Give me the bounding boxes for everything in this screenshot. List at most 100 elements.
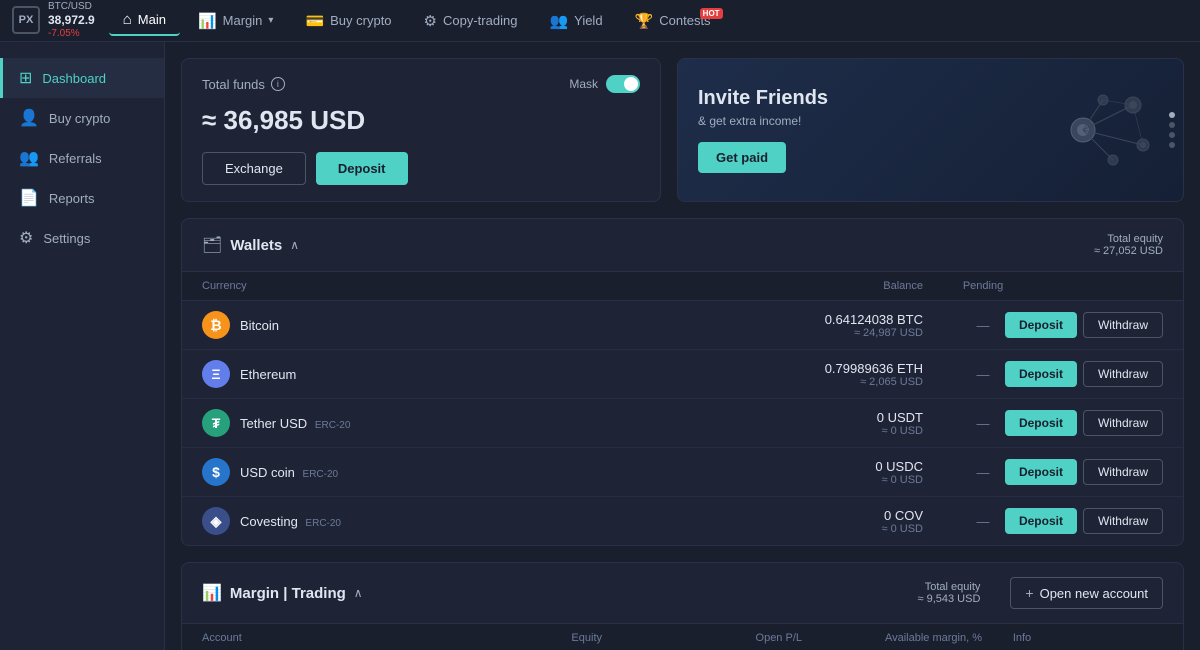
wallets-title: Wallets: [230, 237, 282, 254]
wallets-table-header: Currency Balance Pending: [182, 272, 1183, 301]
col-currency: Currency: [202, 280, 402, 292]
cov-balance-usd: ≈ 0 USD: [773, 523, 923, 535]
col-empty: [402, 280, 773, 292]
open-new-account-button[interactable]: + Open new account: [1010, 577, 1163, 609]
top-row: Total funds i Mask ≈ 36,985 USD Exchange…: [181, 58, 1184, 202]
btc-coin-icon: ₿: [202, 311, 230, 339]
chevron-down-icon: ▾: [268, 15, 273, 26]
card-icon: 💳: [305, 12, 324, 30]
sidebar-label-settings: Settings: [43, 231, 90, 246]
eth-deposit-button[interactable]: Deposit: [1005, 361, 1077, 387]
btc-ticker: BTC/USD 38,972.9 -7.05%: [48, 1, 95, 39]
sidebar-item-referrals[interactable]: 👥 Referrals: [0, 138, 164, 178]
cov-balance-main: 0 COV: [773, 508, 923, 523]
nav-label-copy-trading: Copy-trading: [443, 13, 517, 28]
sidebar-label-buy-crypto: Buy crypto: [49, 111, 110, 126]
chart-icon: 📊: [198, 12, 217, 30]
sidebar-item-settings[interactable]: ⚙ Settings: [0, 218, 164, 258]
btc-actions: Deposit Withdraw: [1043, 312, 1163, 338]
funds-title-text: Total funds: [202, 77, 265, 92]
margin-equity: Total equity ≈ 9,543 USD: [918, 581, 981, 605]
margin-title-group: 📊 Margin | Trading ∧: [202, 583, 363, 603]
margin-col-margin: Available margin, %: [802, 632, 982, 644]
margin-equity-label: Total equity: [918, 581, 981, 593]
btc-withdraw-button[interactable]: Withdraw: [1083, 312, 1163, 338]
table-row: ₿ Bitcoin 0.64124038 BTC ≈ 24,987 USD — …: [182, 301, 1183, 350]
carousel-dot-3[interactable]: [1169, 132, 1175, 138]
usdc-actions: Deposit Withdraw: [1043, 459, 1163, 485]
deposit-main-button[interactable]: Deposit: [316, 152, 408, 185]
usdt-balance-usd: ≈ 0 USD: [773, 425, 923, 437]
nav-item-copy-trading[interactable]: ⚙ Copy-trading: [410, 6, 532, 36]
mask-toggle[interactable]: [606, 75, 640, 93]
usdt-balance: 0 USDT ≈ 0 USD: [773, 410, 923, 437]
btc-change: -7.05%: [48, 28, 95, 40]
margin-col-trade: [1142, 632, 1184, 644]
usdt-coin-icon: ₮: [202, 409, 230, 437]
usdt-name: Tether USD ERC-20: [240, 416, 350, 431]
sidebar-item-reports[interactable]: 📄 Reports: [0, 178, 164, 218]
wallets-equity: Total equity ≈ 27,052 USD: [1094, 233, 1163, 257]
wallets-header: 🗂 Wallets ∧ Total equity ≈ 27,052 USD: [182, 219, 1183, 272]
usdc-deposit-button[interactable]: Deposit: [1005, 459, 1077, 485]
invite-card: Invite Friends & get extra income! Get p…: [677, 58, 1184, 202]
col-actions: [1043, 280, 1163, 292]
eth-withdraw-button[interactable]: Withdraw: [1083, 361, 1163, 387]
sidebar-item-dashboard[interactable]: ⊞ Dashboard: [0, 58, 164, 98]
nav-item-yield[interactable]: 👥 Yield: [535, 6, 616, 36]
nav-item-contests[interactable]: 🏆 Contests HOT: [621, 6, 725, 36]
nav-item-margin[interactable]: 📊 Margin ▾: [184, 6, 287, 36]
eth-balance-main: 0.79989636 ETH: [773, 361, 923, 376]
sidebar-item-buy-crypto[interactable]: 👤 Buy crypto: [0, 98, 164, 138]
usdc-balance: 0 USDC ≈ 0 USD: [773, 459, 923, 486]
wallets-equity-value: ≈ 27,052 USD: [1094, 245, 1163, 257]
btc-balance-main: 0.64124038 BTC: [773, 312, 923, 327]
wallets-title-group: 🗂 Wallets ∧: [202, 235, 299, 255]
eth-balance-usd: ≈ 2,065 USD: [773, 376, 923, 388]
toggle-knob: [624, 77, 638, 91]
usdt-balance-main: 0 USDT: [773, 410, 923, 425]
margin-chevron[interactable]: ∧: [354, 586, 363, 600]
carousel-dot-2[interactable]: [1169, 122, 1175, 128]
currency-cell-eth: Ξ Ethereum: [202, 360, 402, 388]
btc-deposit-button[interactable]: Deposit: [1005, 312, 1077, 338]
table-row: Ξ Ethereum 0.79989636 ETH ≈ 2,065 USD — …: [182, 350, 1183, 399]
dashboard-icon: ⊞: [19, 68, 32, 88]
info-icon[interactable]: i: [271, 77, 285, 91]
copy-icon: ⚙: [424, 12, 437, 30]
eth-coin-icon: Ξ: [202, 360, 230, 388]
currency-cell-usdc: $ USD coin ERC-20: [202, 458, 402, 486]
top-nav: PX BTC/USD 38,972.9 -7.05% ⌂ Main 📊 Marg…: [0, 0, 1200, 42]
cov-withdraw-button[interactable]: Withdraw: [1083, 508, 1163, 534]
main-layout: ⊞ Dashboard 👤 Buy crypto 👥 Referrals 📄 R…: [0, 42, 1200, 650]
sidebar-label-dashboard: Dashboard: [42, 71, 106, 86]
nav-item-buy-crypto[interactable]: 💳 Buy crypto: [291, 6, 405, 36]
cov-deposit-button[interactable]: Deposit: [1005, 508, 1077, 534]
usdc-withdraw-button[interactable]: Withdraw: [1083, 459, 1163, 485]
usdt-deposit-button[interactable]: Deposit: [1005, 410, 1077, 436]
carousel-dot-1[interactable]: [1169, 112, 1175, 118]
get-paid-button[interactable]: Get paid: [698, 142, 786, 173]
margin-equity-value: ≈ 9,543 USD: [918, 593, 981, 605]
sidebar-label-reports: Reports: [49, 191, 95, 206]
wallets-icon: 🗂: [202, 235, 222, 255]
nav-label-yield: Yield: [574, 13, 602, 28]
btc-balance-usd: ≈ 24,987 USD: [773, 327, 923, 339]
mask-label: Mask: [569, 77, 598, 91]
usdc-name: USD coin ERC-20: [240, 465, 338, 480]
margin-icon: 📊: [202, 583, 222, 603]
margin-col-account: Account: [202, 632, 422, 644]
margin-section: 📊 Margin | Trading ∧ Total equity ≈ 9,54…: [181, 562, 1184, 650]
total-funds-card: Total funds i Mask ≈ 36,985 USD Exchange…: [181, 58, 661, 202]
margin-col-info: Info: [982, 632, 1062, 644]
nav-label-margin: Margin: [223, 13, 263, 28]
exchange-button[interactable]: Exchange: [202, 152, 306, 185]
wallets-chevron[interactable]: ∧: [290, 238, 299, 252]
currency-cell-usdt: ₮ Tether USD ERC-20: [202, 409, 402, 437]
carousel-dot-4[interactable]: [1169, 142, 1175, 148]
yield-icon: 👥: [549, 12, 568, 30]
nav-item-main[interactable]: ⌂ Main: [109, 5, 180, 36]
margin-table-header: Account Equity Open P/L Available margin…: [182, 624, 1183, 650]
usdt-withdraw-button[interactable]: Withdraw: [1083, 410, 1163, 436]
funds-amount: ≈ 36,985 USD: [202, 105, 640, 136]
